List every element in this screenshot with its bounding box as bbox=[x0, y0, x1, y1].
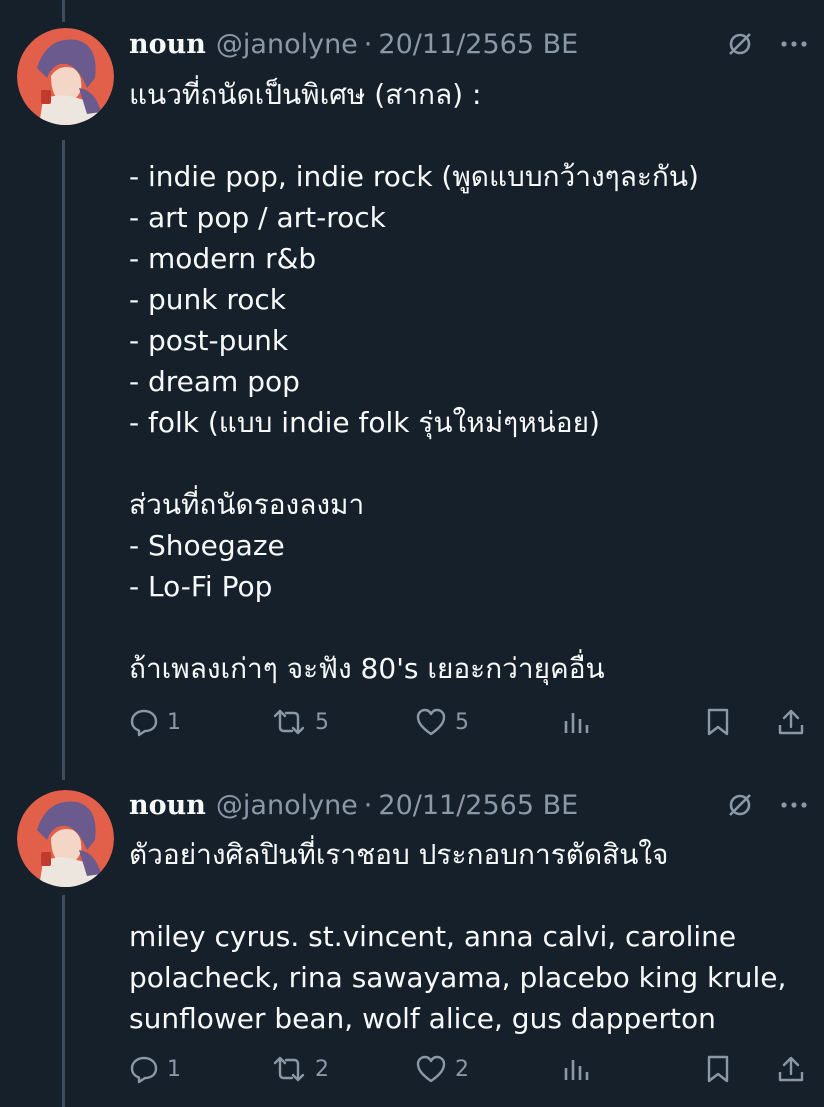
thread-connector bbox=[62, 895, 65, 1107]
author-handle[interactable]: @janolyne bbox=[216, 29, 358, 60]
tweet[interactable]: noun @janolyne · 20/11/2565 BE ตัวอย่างศ… bbox=[0, 780, 824, 1107]
tweet-date[interactable]: 20/11/2565 BE bbox=[378, 790, 578, 821]
like-count: 2 bbox=[455, 1056, 469, 1082]
bookmark-button[interactable] bbox=[705, 707, 731, 737]
retweet-icon bbox=[271, 707, 307, 737]
like-count: 5 bbox=[455, 709, 469, 735]
tweet-actions: 1 5 5 bbox=[129, 702, 806, 742]
retweet-button[interactable]: 5 bbox=[271, 707, 329, 737]
separator: · bbox=[363, 28, 373, 60]
views-button[interactable] bbox=[561, 707, 591, 737]
bookmark-icon bbox=[705, 1054, 731, 1084]
more-icon[interactable] bbox=[780, 801, 808, 809]
like-icon bbox=[415, 1054, 447, 1084]
tweet[interactable]: noun @janolyne · 20/11/2565 BE แนวที่ถนั… bbox=[0, 0, 824, 780]
tweet-header: noun @janolyne · 20/11/2565 BE bbox=[129, 785, 824, 825]
avatar[interactable] bbox=[17, 28, 114, 125]
reply-icon bbox=[129, 1054, 159, 1084]
author-name[interactable]: noun bbox=[129, 29, 206, 60]
like-button[interactable]: 5 bbox=[415, 707, 469, 737]
reply-button[interactable]: 1 bbox=[129, 1054, 181, 1084]
more-icon[interactable] bbox=[780, 40, 808, 48]
tweet-top-actions bbox=[726, 791, 808, 819]
retweet-count: 2 bbox=[315, 1056, 329, 1082]
share-icon bbox=[776, 1054, 806, 1084]
like-button[interactable]: 2 bbox=[415, 1054, 469, 1084]
author-name[interactable]: noun bbox=[129, 790, 206, 821]
author-handle[interactable]: @janolyne bbox=[216, 790, 358, 821]
views-icon bbox=[561, 1054, 591, 1084]
thread-view: noun @janolyne · 20/11/2565 BE แนวที่ถนั… bbox=[0, 0, 824, 1107]
tweet-header: noun @janolyne · 20/11/2565 BE bbox=[129, 24, 824, 64]
tweet-text: แนวที่ถนัดเป็นพิเศษ (สากล) : - indie pop… bbox=[129, 78, 699, 685]
grok-slash-icon[interactable] bbox=[726, 791, 754, 819]
share-button[interactable] bbox=[776, 707, 806, 737]
reply-button[interactable]: 1 bbox=[129, 707, 181, 737]
like-icon bbox=[415, 707, 447, 737]
retweet-count: 5 bbox=[315, 709, 329, 735]
reply-count: 1 bbox=[167, 709, 181, 735]
bookmark-button[interactable] bbox=[705, 1054, 731, 1084]
retweet-button[interactable]: 2 bbox=[271, 1054, 329, 1084]
tweet-text: ตัวอย่างศิลปินที่เราชอบ ประกอบการตัดสินใ… bbox=[129, 838, 787, 1035]
tweet-actions: 1 2 2 bbox=[129, 1049, 806, 1089]
grok-slash-icon[interactable] bbox=[726, 30, 754, 58]
thread-connector bbox=[62, 140, 65, 780]
separator: · bbox=[363, 789, 373, 821]
tweet-date[interactable]: 20/11/2565 BE bbox=[378, 29, 578, 60]
views-icon bbox=[561, 707, 591, 737]
share-icon bbox=[776, 707, 806, 737]
bookmark-icon bbox=[705, 707, 731, 737]
reply-icon bbox=[129, 707, 159, 737]
views-button[interactable] bbox=[561, 1054, 591, 1084]
retweet-icon bbox=[271, 1054, 307, 1084]
avatar[interactable] bbox=[17, 790, 114, 887]
tweet-top-actions bbox=[726, 30, 808, 58]
reply-count: 1 bbox=[167, 1056, 181, 1082]
share-button[interactable] bbox=[776, 1054, 806, 1084]
